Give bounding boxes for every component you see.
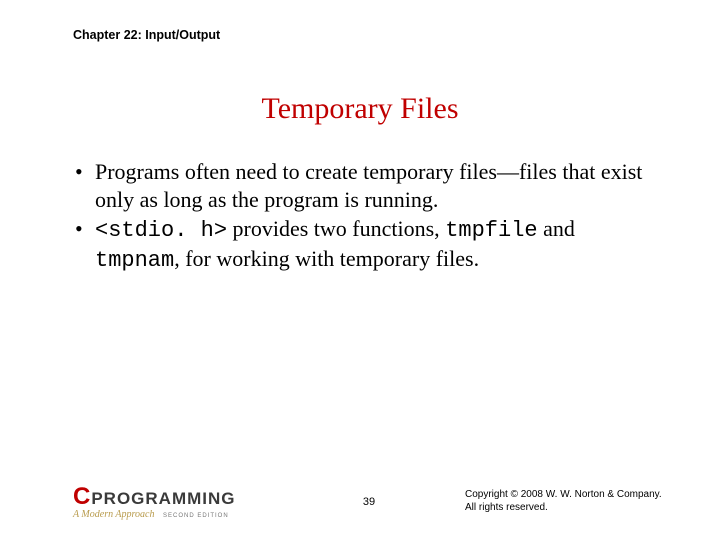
slide-content: Programs often need to create temporary … [73, 158, 665, 276]
bullet-1-text: Programs often need to create temporary … [95, 159, 642, 212]
copyright-line-1: Copyright © 2008 W. W. Norton & Company. [465, 488, 675, 501]
copyright: Copyright © 2008 W. W. Norton & Company.… [465, 488, 675, 514]
footer: C PROGRAMMING A Modern Approach SECOND E… [73, 478, 665, 520]
bullet-2: <stdio. h> provides two functions, tmpfi… [73, 215, 665, 274]
logo-c-letter: C [73, 485, 89, 509]
bullet-2-code-3: tmpnam [95, 248, 174, 273]
book-logo: C PROGRAMMING A Modern Approach SECOND E… [73, 485, 236, 520]
logo-programming: PROGRAMMING [91, 490, 235, 507]
logo-sub-text: A Modern Approach [73, 509, 154, 520]
copyright-line-2: All rights reserved. [465, 501, 675, 514]
logo-edition: SECOND EDITION [163, 513, 229, 519]
logo-top-row: C PROGRAMMING [73, 485, 236, 509]
chapter-header: Chapter 22: Input/Output [73, 28, 220, 42]
logo-subtitle: A Modern Approach SECOND EDITION [73, 510, 236, 520]
bullet-2-code-1: <stdio. h> [95, 218, 227, 243]
bullet-2-code-2: tmpfile [445, 218, 537, 243]
bullet-2-text-3: , for working with temporary files. [174, 246, 479, 271]
page-number: 39 [363, 496, 375, 508]
slide-title: Temporary Files [0, 92, 720, 126]
bullet-1: Programs often need to create temporary … [73, 158, 665, 213]
bullet-2-text-1: provides two functions, [227, 216, 445, 241]
bullet-2-text-2: and [538, 216, 575, 241]
